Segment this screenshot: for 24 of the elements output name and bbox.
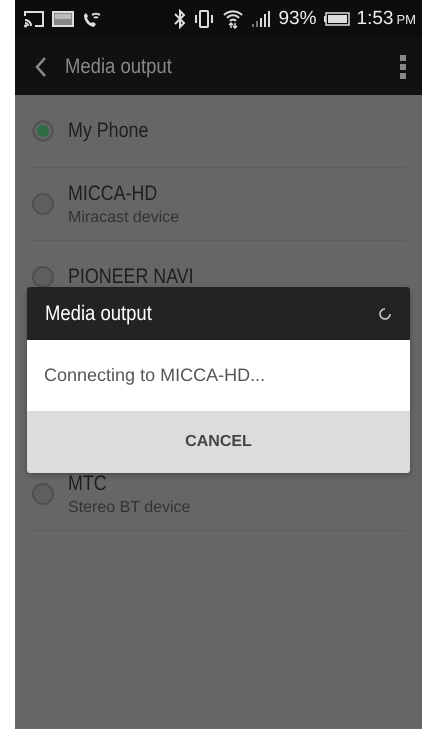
back-icon <box>35 56 47 78</box>
clock-ampm: PM <box>396 12 416 26</box>
cast-icon <box>23 10 45 28</box>
radio-button[interactable] <box>32 266 54 288</box>
radio-button[interactable] <box>32 193 54 215</box>
clock-time: 1:53 <box>356 8 394 30</box>
bluetooth-icon <box>174 9 186 29</box>
more-icon <box>400 54 406 78</box>
image-icon <box>52 11 74 27</box>
device-name: PIONEER NAVI <box>68 265 194 289</box>
device-name: MTC <box>68 472 108 496</box>
radio-button[interactable] <box>32 483 54 505</box>
spinner-icon <box>378 306 392 320</box>
device-name: MICCA-HD <box>68 182 158 206</box>
radio-button[interactable] <box>32 120 54 142</box>
device-row[interactable]: My Phone <box>32 95 405 168</box>
battery-icon <box>324 12 350 26</box>
screen-title: Media output <box>65 54 173 78</box>
signal-icon <box>251 11 272 27</box>
wifi-icon <box>222 9 244 29</box>
vibrate-icon <box>193 9 216 29</box>
device-name: My Phone <box>68 119 148 143</box>
dialog-message: Connecting to MICCA-HD... <box>44 365 266 386</box>
battery-percent: 93% <box>278 8 317 30</box>
